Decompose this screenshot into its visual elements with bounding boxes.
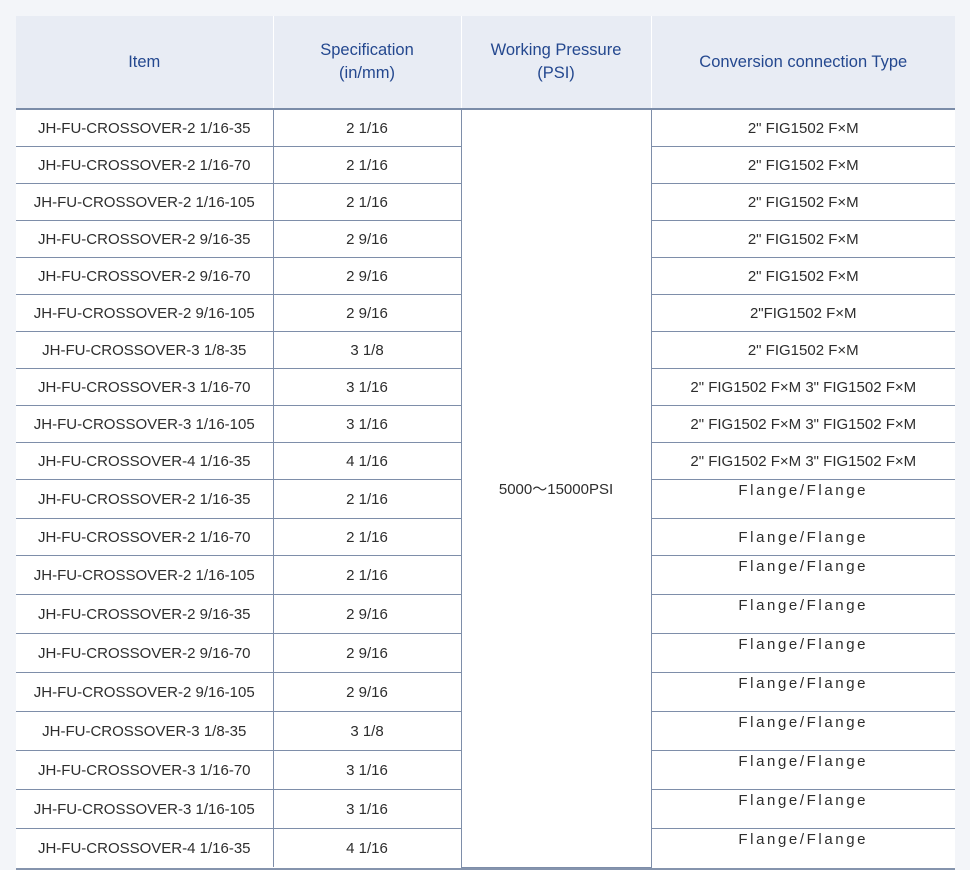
item-cell: JH-FU-CROSSOVER-3 1/16-70 — [16, 368, 273, 406]
conversion-type-cell: 2" FIG1502 F×M 3" FIG1502 F×M — [650, 405, 955, 443]
header-conversion-type: Conversion connection Type — [650, 16, 955, 110]
table-body: JH-FU-CROSSOVER-2 1/16-35 2 1/16 5000～1500… — [16, 109, 955, 868]
item-cell: JH-FU-CROSSOVER-2 9/16-70 — [16, 633, 273, 673]
specification-cell: 2 9/16 — [272, 672, 461, 712]
item-cell: JH-FU-CROSSOVER-2 1/16-35 — [16, 109, 273, 147]
header-pressure-line2: (PSI) — [537, 64, 575, 82]
specification-cell: 3 1/16 — [272, 789, 461, 829]
conversion-type-cell: Flange/Flange — [650, 594, 955, 634]
conversion-type-cell: Flange/Flange — [650, 555, 955, 595]
header-item: Item — [16, 16, 273, 110]
item-cell: JH-FU-CROSSOVER-2 9/16-70 — [16, 257, 273, 295]
conversion-type-cell: Flange/Flange — [650, 711, 955, 751]
item-cell: JH-FU-CROSSOVER-2 1/16-105 — [16, 183, 273, 221]
conversion-type-cell: 2" FIG1502 F×M — [650, 331, 955, 369]
item-cell: JH-FU-CROSSOVER-3 1/16-105 — [16, 789, 273, 829]
header-specification: Specification (in/mm) — [272, 16, 461, 110]
item-cell: JH-FU-CROSSOVER-2 9/16-105 — [16, 672, 273, 712]
conversion-type-cell: Flange/Flange — [650, 828, 955, 867]
specification-cell: 3 1/16 — [272, 368, 461, 406]
specification-cell: 4 1/16 — [272, 442, 461, 480]
specification-cell: 2 1/16 — [272, 518, 461, 556]
header-row: Item Specification (in/mm) Working Press… — [16, 16, 955, 110]
header-pressure-line1: Working Pressure — [490, 41, 622, 59]
header-conversion-label: Conversion connection Type — [699, 52, 908, 71]
item-cell: JH-FU-CROSSOVER-3 1/16-70 — [16, 750, 273, 790]
product-spec-table-container: Item Specification (in/mm) Working Press… — [16, 16, 955, 870]
conversion-type-cell: Flange/Flange — [650, 672, 955, 712]
item-cell: JH-FU-CROSSOVER-2 1/16-105 — [16, 555, 273, 595]
header-specification-line1: Specification — [320, 41, 414, 59]
item-cell: JH-FU-CROSSOVER-3 1/16-105 — [16, 405, 273, 443]
specification-cell: 3 1/16 — [272, 750, 461, 790]
specification-cell: 2 9/16 — [272, 594, 461, 634]
header-item-label: Item — [128, 52, 161, 71]
conversion-type-cell: 2" FIG1502 F×M — [650, 146, 955, 184]
item-cell: JH-FU-CROSSOVER-2 9/16-35 — [16, 594, 273, 634]
conversion-type-cell: 2" FIG1502 F×M 3" FIG1502 F×M — [650, 442, 955, 480]
product-spec-table: Item Specification (in/mm) Working Press… — [16, 16, 955, 868]
conversion-type-cell: Flange/Flange — [650, 518, 955, 556]
item-cell: JH-FU-CROSSOVER-3 1/8-35 — [16, 711, 273, 751]
working-pressure-cell: 5000～15000PSI — [460, 109, 651, 868]
header-specification-line2: (in/mm) — [339, 64, 395, 82]
conversion-type-cell: 2" FIG1502 F×M — [650, 220, 955, 258]
conversion-type-cell: 2" FIG1502 F×M — [650, 109, 955, 147]
specification-cell: 2 1/16 — [272, 109, 461, 147]
specification-cell: 2 9/16 — [272, 220, 461, 258]
conversion-type-cell: Flange/Flange — [650, 633, 955, 673]
specification-cell: 2 9/16 — [272, 294, 461, 332]
specification-cell: 3 1/8 — [272, 331, 461, 369]
conversion-type-cell: Flange/Flange — [650, 789, 955, 829]
item-cell: JH-FU-CROSSOVER-2 1/16-70 — [16, 518, 273, 556]
specification-cell: 2 1/16 — [272, 146, 461, 184]
conversion-type-cell: 2" FIG1502 F×M 3" FIG1502 F×M — [650, 368, 955, 406]
item-cell: JH-FU-CROSSOVER-2 9/16-35 — [16, 220, 273, 258]
specification-cell: 2 9/16 — [272, 257, 461, 295]
item-cell: JH-FU-CROSSOVER-2 1/16-70 — [16, 146, 273, 184]
conversion-type-cell: 2" FIG1502 F×M — [650, 257, 955, 295]
item-cell: JH-FU-CROSSOVER-2 1/16-35 — [16, 479, 273, 519]
item-cell: JH-FU-CROSSOVER-2 9/16-105 — [16, 294, 273, 332]
specification-cell: 2 1/16 — [272, 183, 461, 221]
conversion-type-cell: Flange/Flange — [650, 479, 955, 519]
specification-cell: 4 1/16 — [272, 828, 461, 867]
conversion-type-cell: 2"FIG1502 F×M — [650, 294, 955, 332]
table-row: JH-FU-CROSSOVER-2 1/16-35 2 1/16 5000～1500… — [16, 109, 955, 868]
table-header: Item Specification (in/mm) Working Press… — [16, 16, 955, 110]
specification-cell: 3 1/8 — [272, 711, 461, 751]
specification-cell: 3 1/16 — [272, 405, 461, 443]
item-cell: JH-FU-CROSSOVER-3 1/8-35 — [16, 331, 273, 369]
header-working-pressure: Working Pressure (PSI) — [460, 16, 651, 110]
conversion-type-cell: Flange/Flange — [650, 750, 955, 790]
conversion-type-cell: 2" FIG1502 F×M — [650, 183, 955, 221]
item-cell: JH-FU-CROSSOVER-4 1/16-35 — [37, 839, 251, 857]
specification-cell: 2 9/16 — [272, 633, 461, 673]
item-cell: JH-FU-CROSSOVER-4 1/16-35 — [16, 442, 273, 480]
specification-cell: 2 1/16 — [272, 479, 461, 519]
specification-cell: 2 1/16 — [272, 555, 461, 595]
